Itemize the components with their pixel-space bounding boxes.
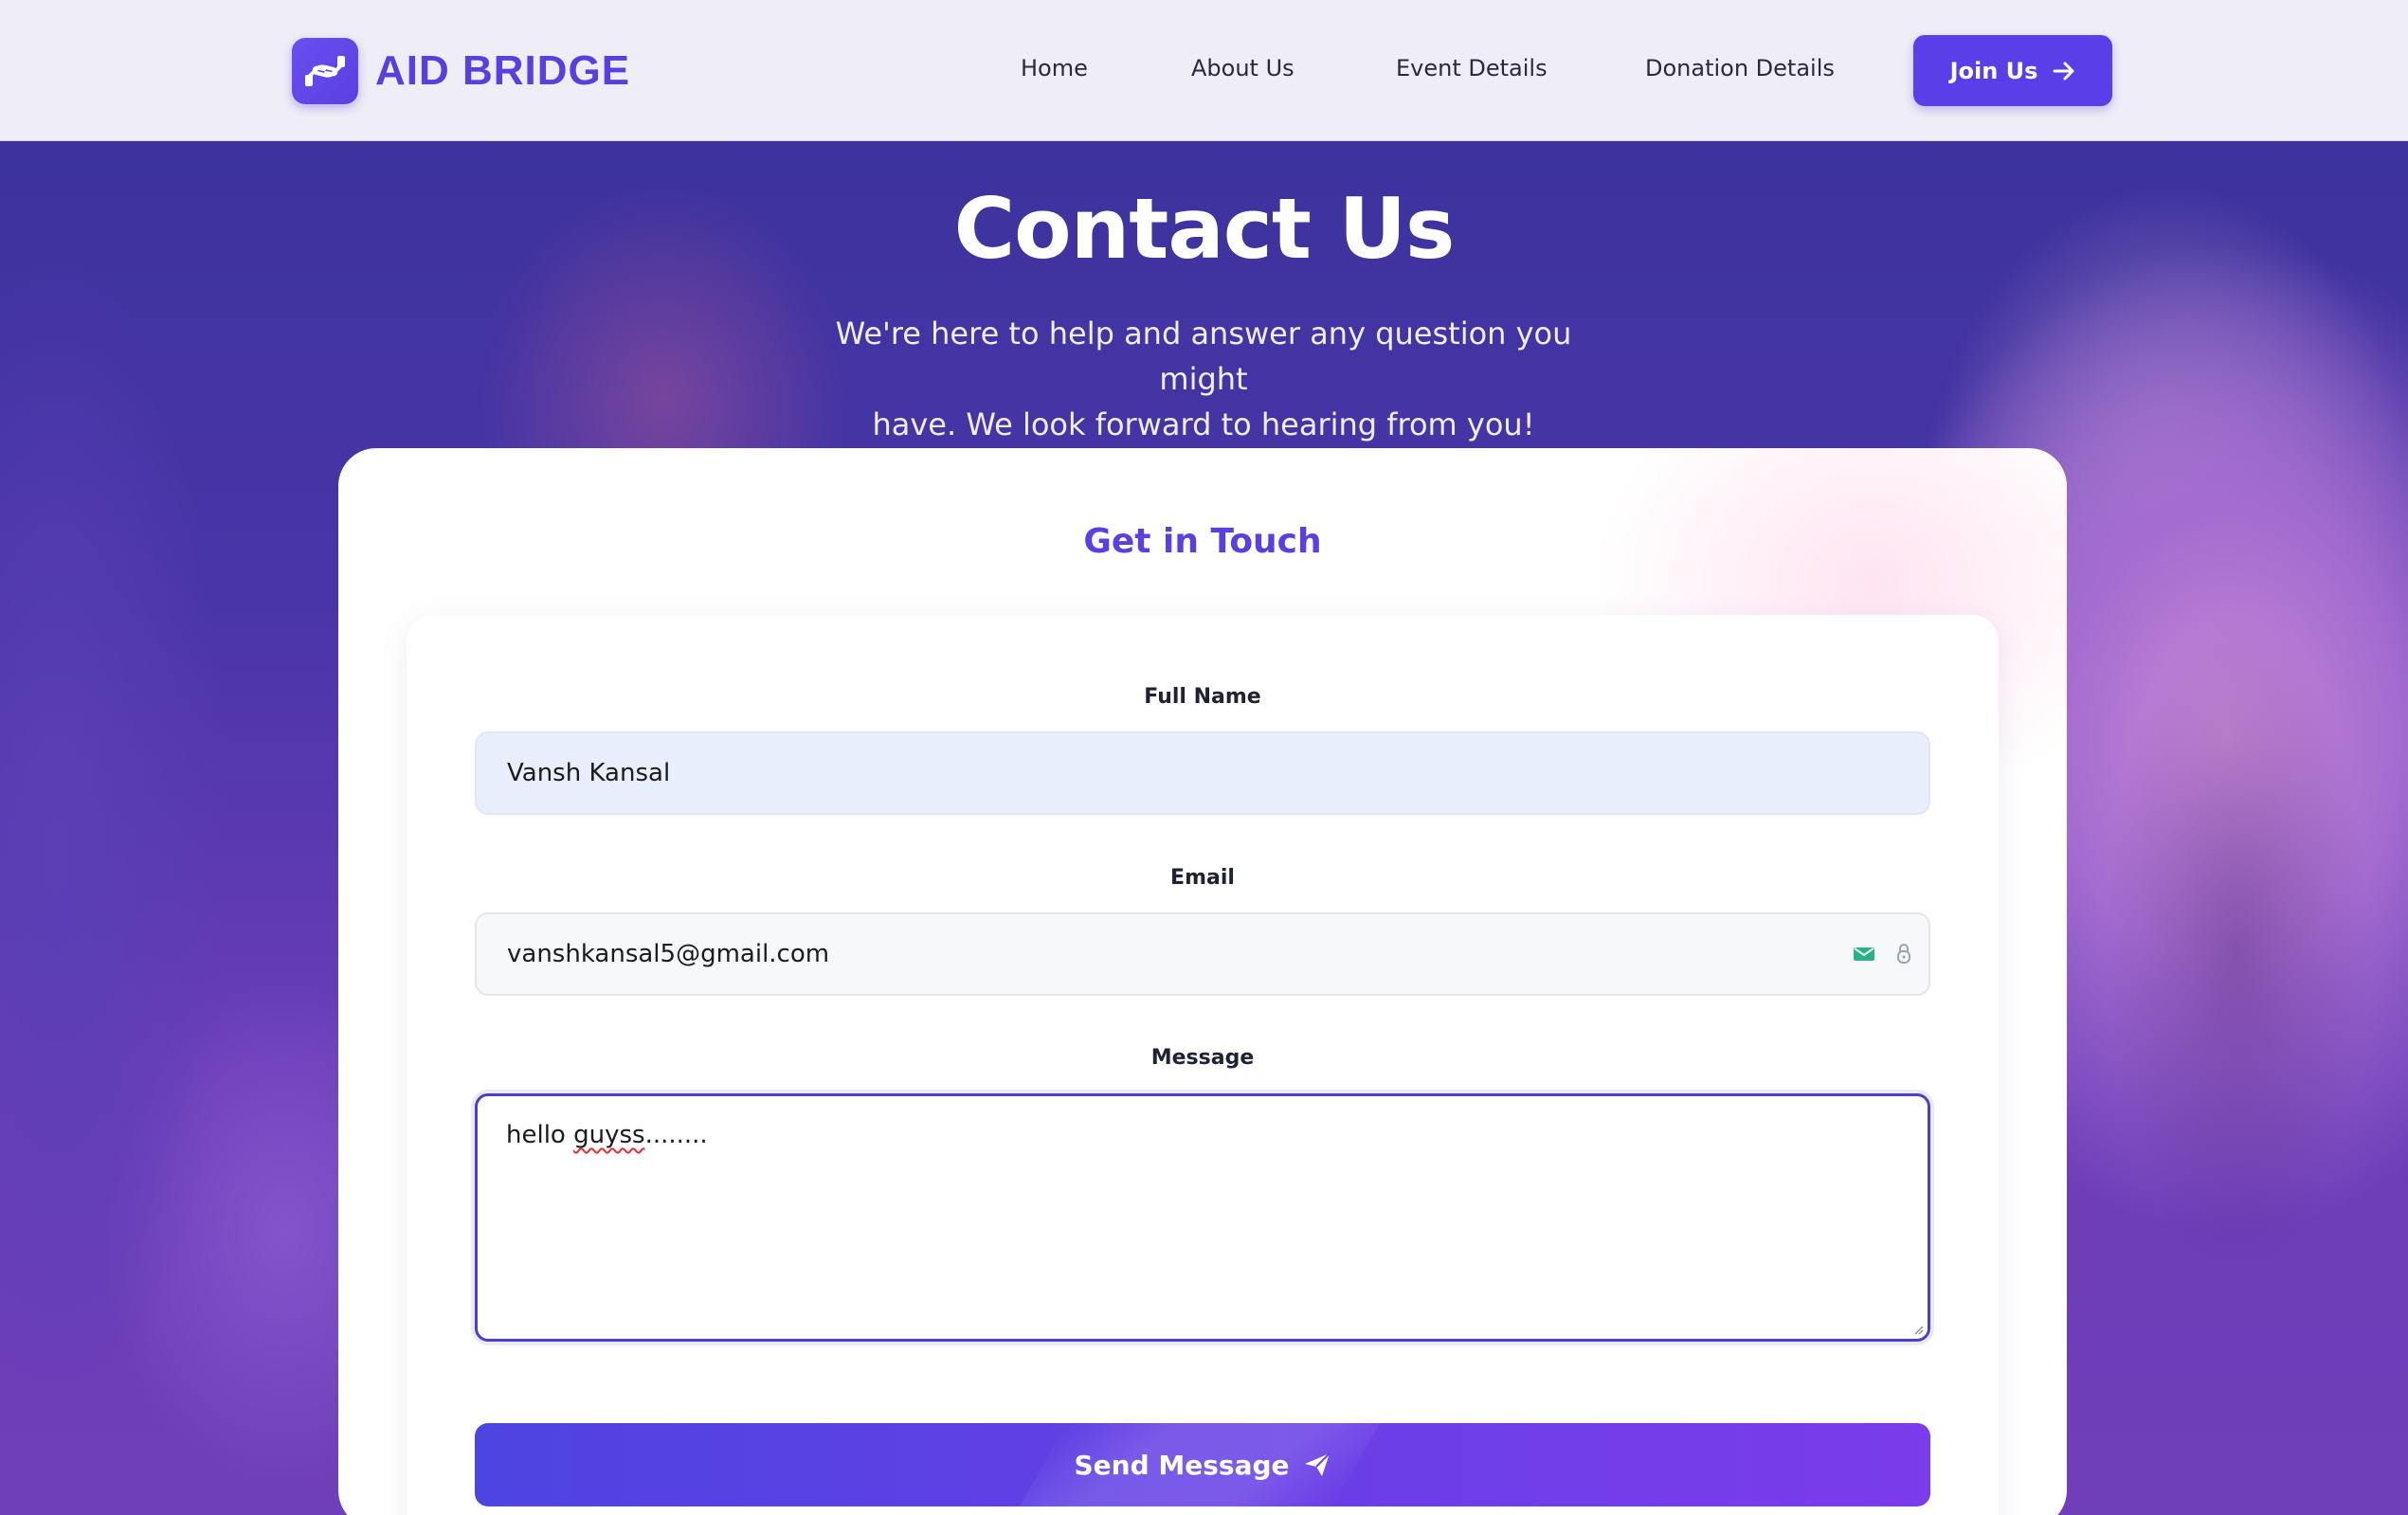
contact-card: Get in Touch Full Name Vansh Kansal Emai… bbox=[338, 448, 2067, 1515]
hero-photo-overlay bbox=[2066, 568, 2408, 1515]
nav-home[interactable]: Home bbox=[1021, 55, 1088, 81]
hero-subtitle-line-1: We're here to help and answer any questi… bbox=[835, 316, 1572, 397]
top-navbar: AID BRIDGE Home About Us Event Details D… bbox=[0, 0, 2408, 141]
email-label: Email bbox=[1170, 866, 1235, 890]
nav-about-us[interactable]: About Us bbox=[1191, 55, 1295, 81]
hero-subtitle: We're here to help and answer any questi… bbox=[796, 311, 1611, 447]
send-message-button[interactable]: Send Message bbox=[475, 1423, 1930, 1506]
full-name-label: Full Name bbox=[1144, 685, 1261, 709]
brand[interactable]: AID BRIDGE bbox=[292, 38, 630, 104]
helping-hands-icon bbox=[292, 38, 358, 104]
message-text-end: ........ bbox=[644, 1121, 708, 1149]
brand-name: AID BRIDGE bbox=[375, 47, 631, 94]
resize-handle-icon[interactable] bbox=[1912, 1324, 1924, 1335]
contact-form: Full Name Vansh Kansal Email vanshkansal… bbox=[407, 615, 1999, 1515]
message-label: Message bbox=[1150, 1046, 1255, 1070]
mail-autofill-icon[interactable] bbox=[1853, 946, 1875, 963]
full-name-value: Vansh Kansal bbox=[507, 759, 671, 787]
arrow-right-icon bbox=[2053, 62, 2074, 80]
send-message-label: Send Message bbox=[1074, 1449, 1290, 1481]
email-value: vanshkansal5@gmail.com bbox=[507, 940, 830, 968]
form-title: Get in Touch bbox=[1083, 522, 1322, 561]
paper-plane-icon bbox=[1304, 1452, 1331, 1476]
nav-event-details[interactable]: Event Details bbox=[1396, 55, 1548, 81]
message-misspelled-word: guyss bbox=[573, 1121, 645, 1149]
join-us-label: Join Us bbox=[1949, 57, 2038, 84]
full-name-input[interactable]: Vansh Kansal bbox=[475, 731, 1930, 815]
page-title: Contact Us bbox=[953, 180, 1456, 278]
hero-subtitle-line-2: have. We look forward to hearing from yo… bbox=[872, 406, 1535, 442]
password-manager-icon[interactable] bbox=[1896, 943, 1911, 965]
nav-donation-details[interactable]: Donation Details bbox=[1645, 55, 1835, 81]
email-field-icons bbox=[1853, 943, 1911, 965]
join-us-button[interactable]: Join Us bbox=[1913, 35, 2112, 106]
message-textarea[interactable]: hello guyss........ bbox=[475, 1093, 1930, 1342]
email-input[interactable]: vanshkansal5@gmail.com bbox=[475, 912, 1930, 996]
message-text-start: hello bbox=[506, 1121, 574, 1149]
